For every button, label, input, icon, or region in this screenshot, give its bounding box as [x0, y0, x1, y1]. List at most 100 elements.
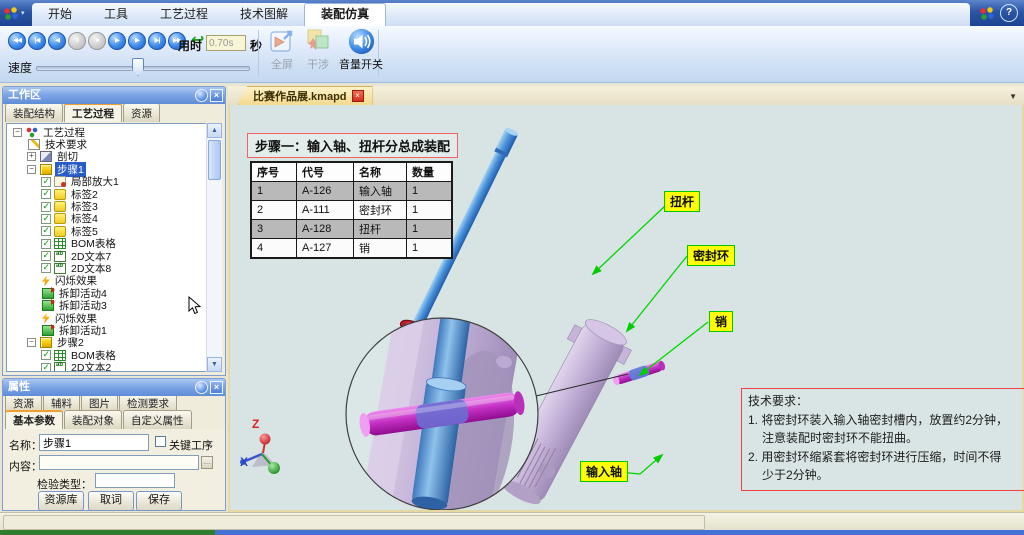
- tree-checkbox[interactable]: [41, 239, 51, 249]
- step-forward-button[interactable]: ▶: [128, 32, 146, 50]
- tree-checkbox[interactable]: [41, 226, 51, 236]
- bom-cell: 1: [407, 239, 453, 259]
- scroll-up-icon[interactable]: ▲: [207, 123, 222, 138]
- callout-seal-ring[interactable]: 密封环: [687, 245, 735, 266]
- tag-icon: [54, 213, 66, 224]
- scroll-down-icon[interactable]: ▼: [207, 357, 222, 372]
- tree-item-14[interactable]: 拆卸活动3: [9, 299, 205, 311]
- play-button[interactable]: ▶: [108, 32, 126, 50]
- key-process-checkbox[interactable]: [155, 436, 166, 447]
- collapse-icon[interactable]: −: [13, 128, 22, 137]
- pause-button[interactable]: ‖: [68, 32, 86, 50]
- tech-requirement-line: 少于2分钟。: [748, 466, 1024, 485]
- panel-close-icon[interactable]: ×: [210, 89, 223, 102]
- workspace-tab-1[interactable]: 工艺过程: [64, 103, 122, 122]
- step-back-button[interactable]: ◀: [48, 32, 66, 50]
- document-tabbar: 比赛作品展.kmapd × ▼: [228, 86, 1024, 106]
- name-input[interactable]: [39, 434, 149, 451]
- pick-word-button[interactable]: 取词: [88, 491, 134, 511]
- key-process-label: 关键工序: [169, 437, 213, 453]
- interference-button[interactable]: 干涉: [298, 28, 338, 72]
- panel-close-icon[interactable]: ×: [210, 381, 223, 394]
- properties-tab2-1[interactable]: 装配对象: [64, 410, 122, 429]
- elapsed-unit-label: 秒: [250, 37, 262, 54]
- collapse-icon[interactable]: −: [27, 165, 36, 174]
- tree-item-6[interactable]: 标签3: [9, 200, 205, 212]
- tab-list-dropdown-icon[interactable]: ▼: [1009, 92, 1017, 101]
- tree-item-1[interactable]: 技术要求: [9, 138, 205, 150]
- tree-item-4[interactable]: 局部放大1: [9, 176, 205, 188]
- tree-checkbox[interactable]: [41, 202, 51, 212]
- tree-item-0[interactable]: −工艺过程: [9, 126, 205, 138]
- bottom-progress-strip: [0, 530, 1024, 535]
- text2d-icon: [54, 251, 66, 262]
- properties-tab2-2[interactable]: 自定义属性: [123, 410, 192, 429]
- save-button[interactable]: 保存: [136, 491, 182, 511]
- tree-checkbox[interactable]: [41, 251, 51, 261]
- tab-close-icon[interactable]: ×: [352, 90, 364, 102]
- bom-row: 3A-128扭杆1: [251, 220, 452, 239]
- viewport-3d[interactable]: 步骤一：输入轴、扭杆分总成装配 序号代号名称数量 1A-126输入轴12A-11…: [228, 105, 1024, 512]
- check-type-input[interactable]: [95, 473, 175, 488]
- collapse-icon[interactable]: −: [27, 338, 36, 347]
- tree-item-11[interactable]: 2D文本8: [9, 262, 205, 274]
- bom-row: 1A-126输入轴1: [251, 182, 452, 201]
- tag-icon: [54, 226, 66, 237]
- resource-library-button[interactable]: 资源库: [38, 491, 84, 511]
- tree-checkbox[interactable]: [41, 363, 51, 372]
- help-button[interactable]: ?: [1000, 4, 1018, 22]
- pin-model[interactable]: [612, 359, 667, 386]
- tech-requirement-line: 注意装配时密封环不能扭曲。: [748, 429, 1024, 448]
- process-tree: −工艺过程技术要求+剖切−步骤1局部放大1标签2标签3标签4标签5BOM表格2D…: [6, 123, 222, 372]
- tree-checkbox[interactable]: [41, 177, 51, 187]
- skip-end-button[interactable]: ▶|: [148, 32, 166, 50]
- tree-checkbox[interactable]: [41, 263, 51, 273]
- tree-item-2[interactable]: +剖切: [9, 151, 205, 163]
- menu-tab-2[interactable]: 工艺过程: [144, 3, 224, 26]
- app-logo-icon: [3, 7, 19, 20]
- content-input[interactable]: [39, 455, 199, 470]
- tree-checkbox[interactable]: [41, 214, 51, 224]
- bom-cell: 4: [251, 239, 297, 259]
- tree-item-16[interactable]: 拆卸活动1: [9, 324, 205, 336]
- bom-row: 4A-127销1: [251, 239, 452, 259]
- workspace-tab-0[interactable]: 装配结构: [5, 103, 63, 122]
- expand-icon[interactable]: +: [27, 152, 36, 161]
- stop-button[interactable]: ■: [88, 32, 106, 50]
- check-type-label: 检验类型：: [37, 476, 92, 492]
- volume-toggle-button[interactable]: 音量开关: [334, 28, 388, 72]
- tag-icon: [54, 201, 66, 212]
- app-menu-button[interactable]: ▾: [3, 3, 33, 23]
- callout-input-shaft[interactable]: 输入轴: [580, 461, 628, 482]
- panel-rollup-icon[interactable]: [195, 381, 208, 394]
- document-tab[interactable]: 比赛作品展.kmapd ×: [238, 86, 373, 105]
- workspace-tab-2[interactable]: 资源: [123, 103, 160, 122]
- menu-tab-3[interactable]: 技术图解: [224, 3, 304, 26]
- fullscreen-button[interactable]: 全屏: [262, 28, 302, 72]
- bom-cell: 1: [407, 220, 453, 239]
- statusbar: [0, 512, 1024, 531]
- skip-start-button[interactable]: |◀: [28, 32, 46, 50]
- callout-pin[interactable]: 销: [709, 311, 733, 332]
- section-cut-icon: [40, 151, 52, 162]
- rewind-button[interactable]: ◀◀: [8, 32, 26, 50]
- tree-item-5[interactable]: 标签2: [9, 188, 205, 200]
- panel-rollup-icon[interactable]: [195, 89, 208, 102]
- tree-item-7[interactable]: 标签4: [9, 213, 205, 225]
- bom-cell: 1: [251, 182, 297, 201]
- menu-tab-1[interactable]: 工具: [88, 3, 144, 26]
- tree-checkbox[interactable]: [41, 350, 51, 360]
- scrollbar-thumb[interactable]: [208, 140, 221, 180]
- tree-item-19[interactable]: 2D文本2: [9, 361, 205, 372]
- menu-tab-0[interactable]: 开始: [32, 3, 88, 26]
- speed-slider-thumb[interactable]: [132, 58, 144, 76]
- menu-tab-4[interactable]: 装配仿真: [304, 3, 386, 26]
- browse-button[interactable]: …: [201, 456, 213, 469]
- callout-torsion-bar[interactable]: 扭杆: [664, 191, 700, 212]
- tree-checkbox[interactable]: [41, 189, 51, 199]
- tree-item-label[interactable]: 2D文本2: [69, 360, 113, 372]
- properties-tab2-0[interactable]: 基本参数: [5, 410, 63, 429]
- elapsed-time-input[interactable]: [206, 35, 246, 51]
- titlebar: ▾ 开始工具工艺过程技术图解装配仿真 ?: [0, 0, 1024, 26]
- tree-scrollbar[interactable]: ▲ ▼: [206, 123, 222, 372]
